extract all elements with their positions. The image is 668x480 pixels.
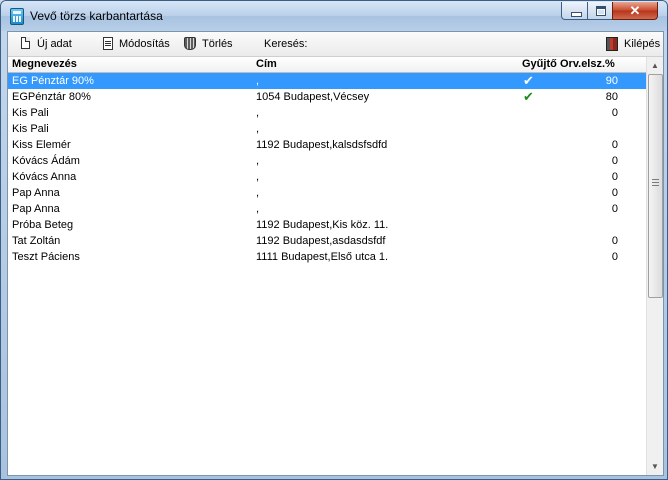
new-document-icon <box>21 37 30 49</box>
window-title: Vevő törzs karbantartása <box>30 9 163 23</box>
toolbar: Új adat Módosítás Törlés Keresés: Kilépé… <box>8 32 663 57</box>
row-name: Pap Anna <box>12 203 60 215</box>
close-icon: ✕ <box>629 3 641 18</box>
table-row[interactable]: Kis Pali, 0 <box>8 105 646 121</box>
checkmark-icon: ✔ <box>523 73 534 88</box>
row-address: , <box>256 203 260 215</box>
table-row[interactable]: Pap Anna, 0 <box>8 201 646 217</box>
column-header-name[interactable]: Megnevezés <box>12 58 77 70</box>
close-button[interactable]: ✕ <box>612 2 658 20</box>
row-discount: 90 <box>605 75 618 87</box>
table-row[interactable]: EG Pénztár 90%, 90 ✔ <box>8 73 646 89</box>
scroll-down-icon[interactable]: ▼ <box>647 458 663 475</box>
search-label: Keresés: <box>264 37 314 51</box>
row-discount: 0 <box>611 171 618 183</box>
exit-door-icon <box>606 37 618 51</box>
row-name: Kóvács Anna <box>12 171 77 183</box>
row-name: Kiss Elemér <box>12 139 71 151</box>
row-name: Pap Anna <box>12 187 60 199</box>
row-discount: 0 <box>611 139 618 151</box>
main-window: Vevő törzs karbantartása ✕ Új adat Módos… <box>0 0 668 480</box>
column-header-collector[interactable]: Gyűjtő <box>522 58 557 70</box>
title-bar[interactable]: Vevő törzs karbantartása ✕ <box>1 1 667 31</box>
calculator-app-icon <box>10 8 24 25</box>
row-name: Kis Pali <box>12 123 49 135</box>
new-button[interactable]: Új adat <box>19 37 81 51</box>
table-row[interactable]: Próba Beteg 1192 Budapest,Kis köz. 11. <box>8 217 646 233</box>
row-name: Teszt Páciens <box>12 251 80 263</box>
exit-button-label: Kilépés <box>624 38 661 50</box>
edit-document-icon <box>103 37 113 50</box>
row-discount: 0 <box>611 155 618 167</box>
table-row[interactable]: Kóvács Ádám, 0 <box>8 153 646 169</box>
row-address: 1192 Budapest,kalsdsfsdfd <box>256 139 388 151</box>
row-discount: 80 <box>605 91 618 103</box>
row-name: Kóvács Ádám <box>12 155 80 167</box>
minimize-button[interactable] <box>561 2 588 20</box>
row-address: 1192 Budapest,asdasdsfdf <box>256 235 386 247</box>
row-address: 1054 Budapest,Vécsey <box>256 91 370 103</box>
table-row[interactable]: Kóvács Anna, 0 <box>8 169 646 185</box>
column-header-address[interactable]: Cím <box>256 58 277 70</box>
column-header-discount[interactable]: Orv.elsz.% <box>560 58 615 70</box>
maximize-button[interactable] <box>587 2 613 20</box>
table-row[interactable]: EGPénztár 80% 1054 Budapest,Vécsey 80 ✔ <box>8 89 646 105</box>
row-address: , <box>256 171 260 183</box>
vertical-scrollbar[interactable]: ▲ ▼ <box>646 57 663 475</box>
row-discount: 0 <box>611 187 618 199</box>
scroll-up-icon[interactable]: ▲ <box>647 57 663 74</box>
row-discount: 0 <box>611 107 618 119</box>
table-row[interactable]: Kis Pali, <box>8 121 646 137</box>
row-address: , <box>256 107 260 119</box>
grip-icon <box>652 179 659 186</box>
checkmark-icon: ✔ <box>523 89 534 104</box>
maximize-icon <box>596 6 606 16</box>
row-discount: 0 <box>611 251 618 263</box>
new-button-label: Új adat <box>37 38 72 50</box>
row-discount: 0 <box>611 235 618 247</box>
trash-icon <box>184 37 196 50</box>
row-name: Tat Zoltán <box>12 235 61 247</box>
row-address: , <box>256 187 260 199</box>
edit-button[interactable]: Módosítás <box>101 37 173 51</box>
delete-button-label: Törlés <box>202 38 233 50</box>
client-area: Új adat Módosítás Törlés Keresés: Kilépé… <box>7 31 664 476</box>
table-row[interactable]: Pap Anna, 0 <box>8 185 646 201</box>
row-address: 1111 Budapest,Első utca 1. <box>256 251 389 263</box>
search-label-text: Keresés: <box>264 38 308 50</box>
customer-list[interactable]: Megnevezés Cím Gyűjtő Orv.elsz.% EG Pénz… <box>8 57 646 475</box>
row-name: Kis Pali <box>12 107 49 119</box>
table-row[interactable]: Kiss Elemér 1192 Budapest,kalsdsfsdfd 0 <box>8 137 646 153</box>
list-header: Megnevezés Cím Gyűjtő Orv.elsz.% <box>8 57 646 73</box>
table-row[interactable]: Tat Zoltán 1192 Budapest,asdasdsfdf 0 <box>8 233 646 249</box>
row-address: , <box>256 123 260 135</box>
row-name: EG Pénztár 90% <box>12 75 94 87</box>
row-name: Próba Beteg <box>12 219 74 231</box>
delete-button[interactable]: Törlés <box>184 37 236 51</box>
row-name: EGPénztár 80% <box>12 91 91 103</box>
minimize-icon <box>571 12 582 17</box>
row-address: , <box>256 155 260 167</box>
scroll-thumb[interactable] <box>648 74 663 298</box>
edit-button-label: Módosítás <box>119 38 170 50</box>
row-address: 1192 Budapest,Kis köz. 11. <box>256 219 389 231</box>
row-address: , <box>256 75 260 87</box>
row-discount: 0 <box>611 203 618 215</box>
table-row[interactable]: Teszt Páciens 1111 Budapest,Első utca 1. 0 <box>8 249 646 265</box>
exit-button[interactable]: Kilépés <box>606 37 662 51</box>
